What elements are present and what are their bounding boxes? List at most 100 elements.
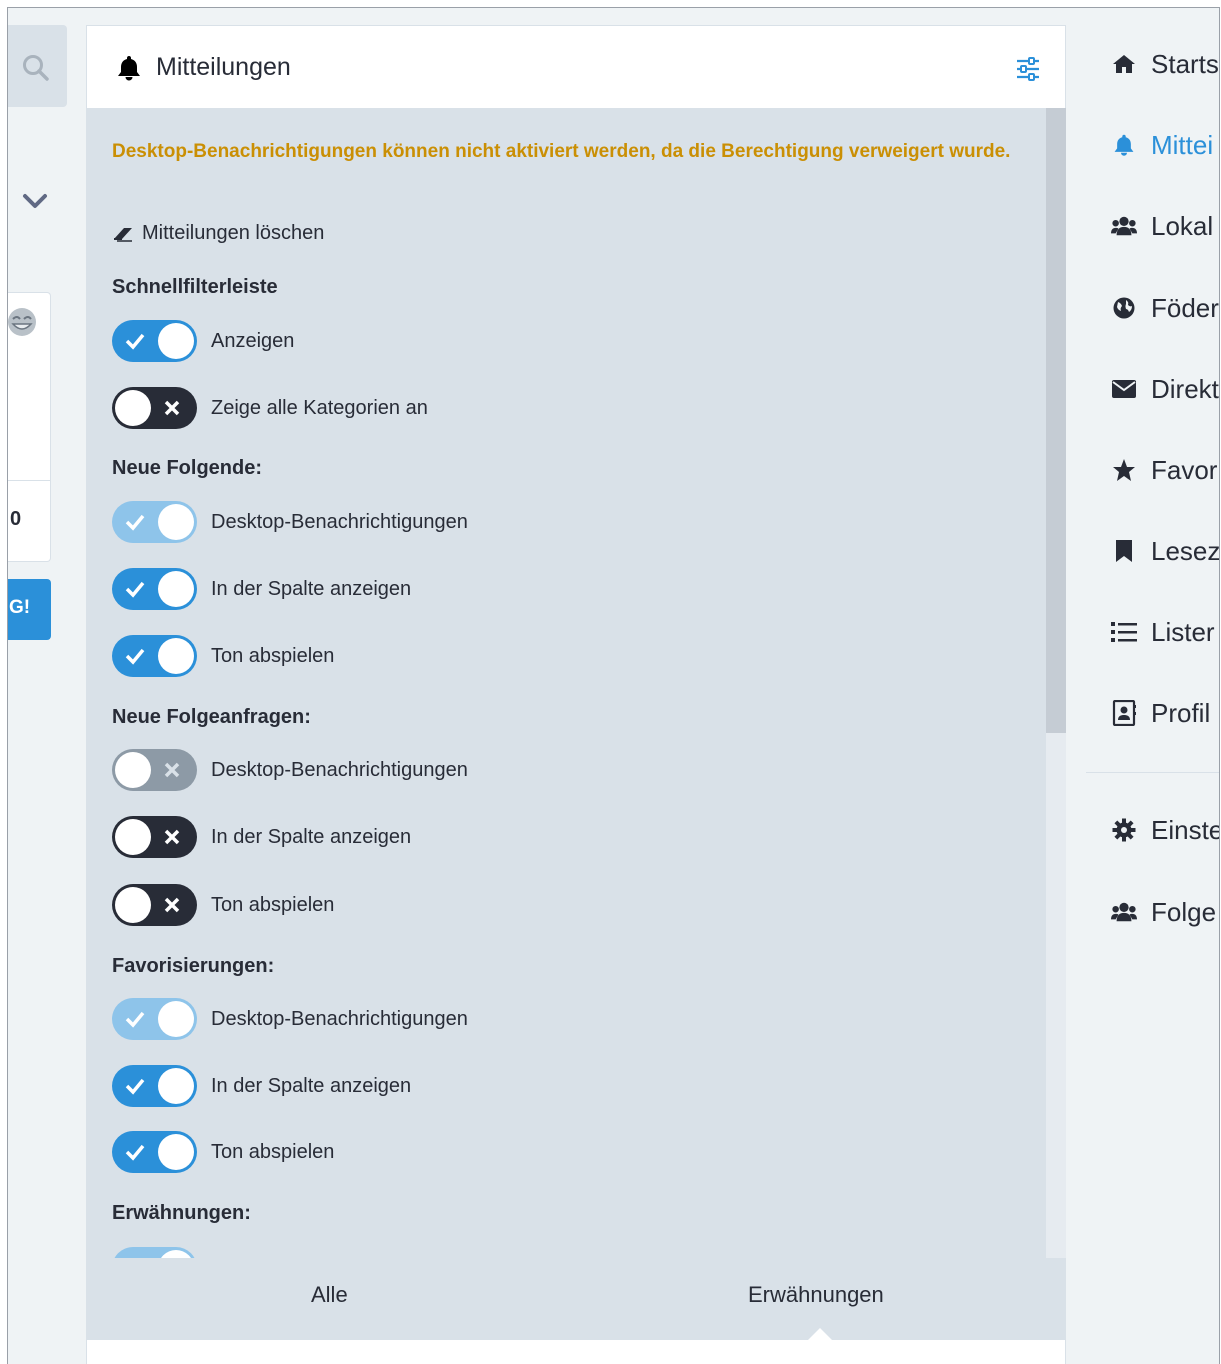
- check-icon: [125, 1011, 145, 1028]
- toggle-follows-show-in-column[interactable]: [112, 568, 197, 610]
- setting-row: Zeige alle Kategorien an: [112, 387, 428, 429]
- toggle-mentions-desktop[interactable]: [112, 1247, 197, 1258]
- toggle-favourites-sound[interactable]: [112, 1131, 197, 1173]
- users-icon: [1111, 901, 1137, 923]
- check-icon: [125, 1078, 145, 1095]
- setting-row: In der Spalte anzeigen: [112, 816, 411, 858]
- toggle-label: Ton abspielen: [211, 893, 335, 916]
- toggle-label: Desktop-Benachrichtigungen: [211, 1007, 468, 1030]
- gear-icon: [1111, 818, 1137, 842]
- nav-item-follows[interactable]: Folge: [1111, 892, 1216, 932]
- clear-notifications-button[interactable]: Mitteilungen löschen: [112, 222, 324, 245]
- toggle-follows-sound[interactable]: [112, 635, 197, 677]
- toggle-filter-bar-show[interactable]: [112, 320, 197, 362]
- clear-notifications-label: Mitteilungen löschen: [142, 222, 325, 244]
- nav-item-label: Favor: [1151, 454, 1218, 485]
- toggle-favourites-show-in-column[interactable]: [112, 1065, 197, 1107]
- setting-row: Desktop-Benachrichtigungen: [112, 749, 468, 791]
- setting-row: [112, 1247, 197, 1258]
- nav-item-label: Profil: [1151, 697, 1211, 728]
- column-title: Mitteilungen: [156, 53, 291, 81]
- nav-item-notifications[interactable]: Mittei: [1111, 125, 1213, 165]
- toggle-label: Ton abspielen: [211, 644, 335, 667]
- character-counter: 0: [10, 508, 22, 530]
- chevron-down-icon[interactable]: [22, 191, 48, 211]
- nav-item-home[interactable]: Starts: [1111, 44, 1219, 84]
- nav-item-label: Mittei: [1151, 129, 1214, 160]
- setting-row: Anzeigen: [112, 320, 294, 362]
- nav-item-label: Lokal: [1151, 210, 1214, 241]
- active-tab-indicator: [808, 1328, 832, 1340]
- app-frame: 0 G! Mitteilungen Desktop-Benachrichtigu…: [7, 7, 1220, 1364]
- cross-icon: [164, 829, 180, 845]
- nav-item-label: Lesez: [1151, 535, 1220, 566]
- check-icon: [125, 1144, 145, 1161]
- cross-icon: [164, 762, 180, 778]
- section-title-filter-bar: Schnellfilterleiste: [112, 276, 278, 298]
- check-icon: [125, 333, 145, 350]
- toggle-label: In der Spalte anzeigen: [211, 825, 412, 848]
- toggle-filter-bar-all-categories[interactable]: [112, 387, 197, 429]
- star-icon: [1111, 458, 1137, 482]
- setting-row: Ton abspielen: [112, 1131, 334, 1173]
- cross-icon: [164, 897, 180, 913]
- section-title-follows: Neue Folgende:: [112, 457, 263, 479]
- nav-item-label: Föder: [1151, 292, 1219, 323]
- publish-button[interactable]: G!: [8, 579, 51, 640]
- setting-row: Desktop-Benachrichtigungen: [112, 998, 468, 1040]
- toggle-follow-requests-show-in-column[interactable]: [112, 816, 197, 858]
- nav-item-label: Folge: [1151, 896, 1217, 927]
- globe-icon: [1111, 296, 1137, 320]
- bell-icon: [1111, 132, 1137, 158]
- toggle-favourites-desktop[interactable]: [112, 998, 197, 1040]
- column-header: Mitteilungen: [86, 25, 1066, 108]
- cross-icon: [164, 400, 180, 416]
- check-icon: [125, 514, 145, 531]
- nav-item-label: Direkt: [1151, 373, 1219, 404]
- tab-all[interactable]: Alle: [311, 1258, 348, 1340]
- emoji-picker-icon[interactable]: [8, 306, 40, 338]
- setting-row: In der Spalte anzeigen: [112, 568, 411, 610]
- section-title-favourites: Favorisierungen:: [112, 955, 275, 977]
- navigation-panel: Starts Mittei Lokal Föder Direkt Favor L…: [1086, 8, 1220, 1364]
- toggle-label: Anzeigen: [211, 329, 295, 352]
- toggle-follow-requests-sound[interactable]: [112, 884, 197, 926]
- toggle-label: Zeige alle Kategorien an: [211, 396, 428, 419]
- home-icon: [1111, 53, 1137, 75]
- toggle-follow-requests-desktop[interactable]: [112, 749, 197, 791]
- address-book-icon: [1111, 700, 1137, 726]
- users-icon: [1111, 215, 1137, 237]
- nav-item-bookmarks[interactable]: Lesez: [1111, 531, 1220, 571]
- setting-row: Ton abspielen: [112, 635, 334, 677]
- search-button[interactable]: [8, 25, 67, 107]
- permission-warning: Desktop-Benachrichtigungen können nicht …: [112, 141, 1011, 162]
- search-icon: [23, 55, 49, 81]
- eraser-icon: [114, 227, 132, 242]
- bookmark-icon: [1111, 539, 1137, 563]
- nav-item-local[interactable]: Lokal: [1111, 206, 1213, 246]
- nav-item-profile[interactable]: Profil: [1111, 693, 1210, 733]
- nav-item-label: Lister: [1151, 616, 1215, 647]
- nav-item-direct[interactable]: Direkt: [1111, 369, 1219, 409]
- nav-item-favourites[interactable]: Favor: [1111, 450, 1217, 490]
- toggle-label: In der Spalte anzeigen: [211, 577, 412, 600]
- check-icon: [125, 648, 145, 665]
- toggle-label: Desktop-Benachrichtigungen: [211, 510, 468, 533]
- toggle-label: In der Spalte anzeigen: [211, 1074, 412, 1097]
- scrollbar-track[interactable]: [1046, 108, 1066, 1258]
- toggle-label: Ton abspielen: [211, 1140, 335, 1163]
- setting-row: In der Spalte anzeigen: [112, 1065, 411, 1107]
- nav-item-federated[interactable]: Föder: [1111, 288, 1219, 328]
- notification-list: [86, 1340, 1066, 1364]
- nav-item-settings[interactable]: Einste: [1111, 810, 1219, 850]
- list-icon: [1111, 621, 1137, 643]
- notification-filter-bar: Alle Erwähnungen: [86, 1258, 1066, 1340]
- sliders-icon[interactable]: [1015, 56, 1041, 82]
- section-title-mentions: Erwähnungen:: [112, 1202, 251, 1224]
- nav-item-lists[interactable]: Lister: [1111, 612, 1215, 652]
- column-settings: Desktop-Benachrichtigungen können nicht …: [86, 108, 1066, 1258]
- toggle-follows-desktop[interactable]: [112, 501, 197, 543]
- setting-row: Ton abspielen: [112, 884, 334, 926]
- scrollbar-thumb[interactable]: [1046, 108, 1066, 733]
- check-icon: [125, 581, 145, 598]
